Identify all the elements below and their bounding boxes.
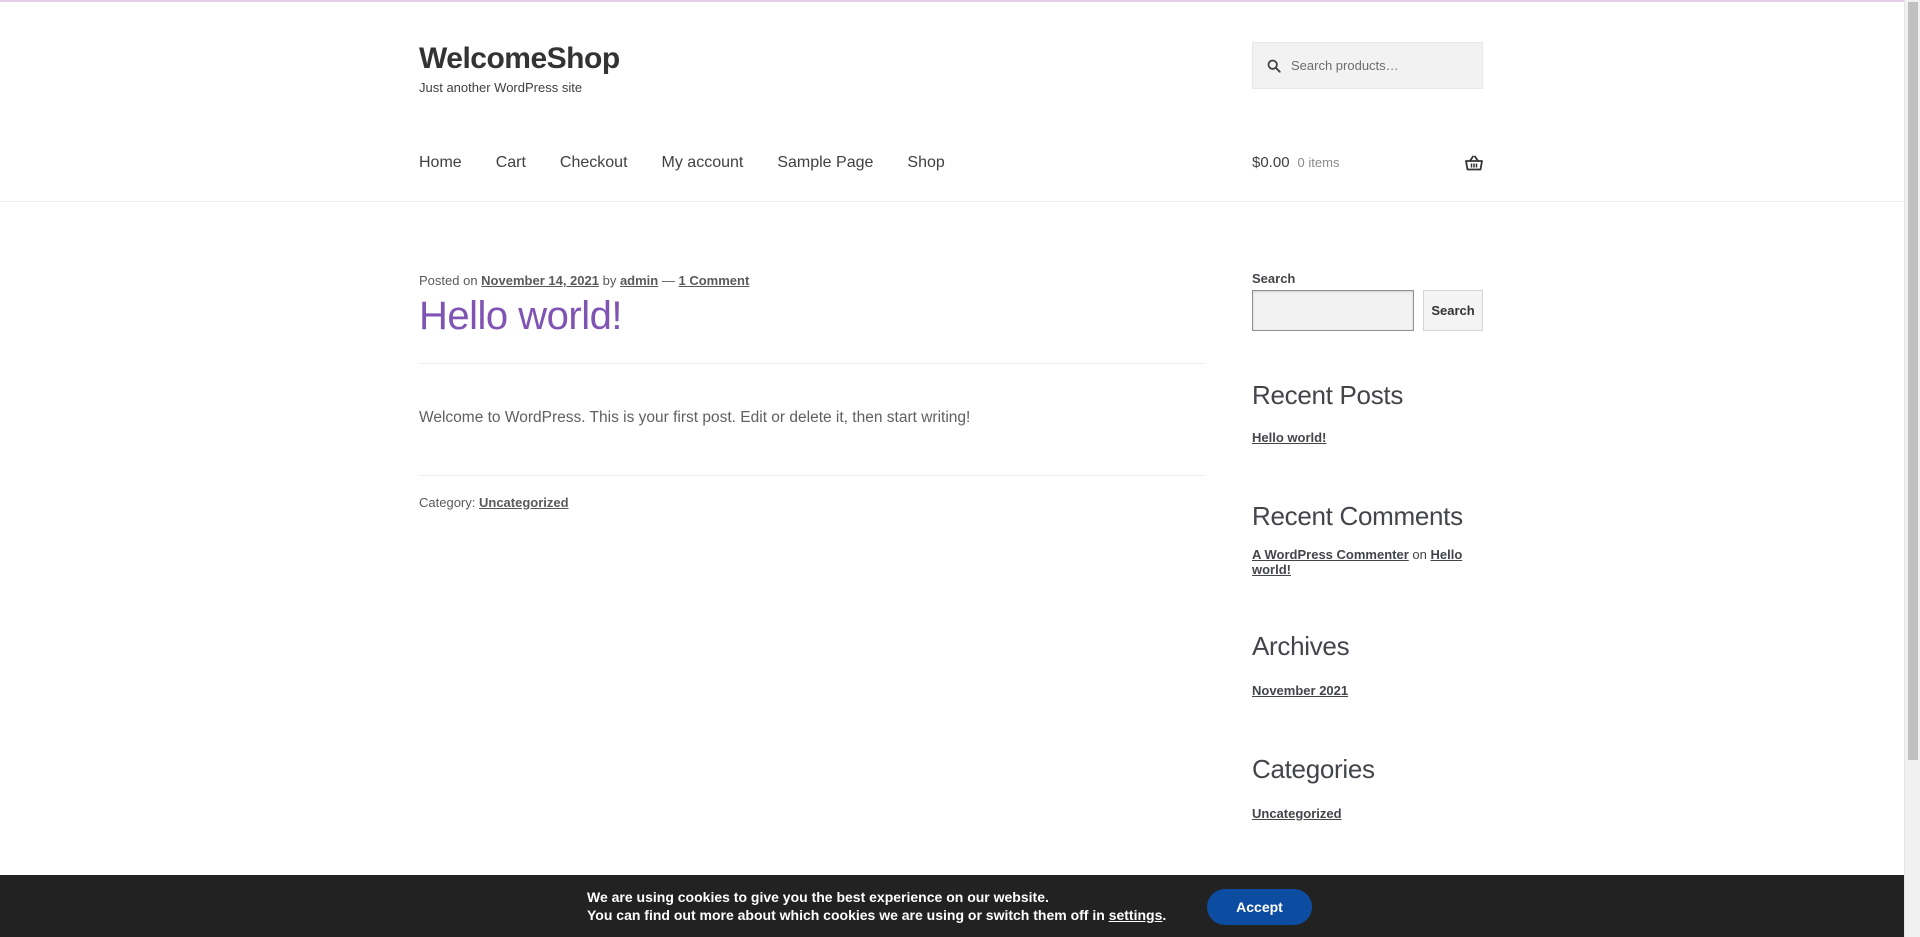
post-divider-bottom	[419, 475, 1205, 476]
post-meta-prefix: Posted on	[419, 273, 478, 288]
category-link[interactable]: Uncategorized	[1252, 806, 1342, 821]
categories-heading: Categories	[1252, 754, 1375, 784]
nav-item-checkout[interactable]: Checkout	[560, 154, 628, 172]
cookie-banner: We are using cookies to give you the bes…	[0, 875, 1904, 937]
nav-item-home[interactable]: Home	[419, 154, 462, 172]
header-cart[interactable]: $0.00 0 items	[1252, 154, 1483, 171]
site-title[interactable]: WelcomeShop	[419, 42, 620, 76]
site-branding: WelcomeShop Just another WordPress site	[419, 42, 620, 95]
cookie-message-line2: You can find out more about which cookie…	[587, 906, 1166, 924]
post-meta-by: by	[602, 273, 617, 288]
archives-heading: Archives	[1252, 631, 1350, 661]
categories-list: Uncategorized	[1252, 805, 1483, 823]
sidebar-search-button[interactable]: Search	[1423, 290, 1483, 331]
cookie-accept-button[interactable]: Accept	[1207, 889, 1312, 925]
post-comments-link[interactable]: 1 Comment	[679, 273, 750, 288]
comment-author-link[interactable]: A WordPress Commenter	[1252, 547, 1409, 562]
page-scrollbar[interactable]	[1904, 0, 1920, 937]
sidebar-search-input[interactable]	[1252, 290, 1414, 331]
product-search	[1252, 42, 1483, 89]
recent-posts-heading: Recent Posts	[1252, 380, 1404, 410]
scrollbar-thumb[interactable]	[1908, 2, 1918, 760]
cookie-message-line1: We are using cookies to give you the bes…	[587, 889, 1049, 905]
nav-item-my-account[interactable]: My account	[662, 154, 744, 172]
cookie-message-line2-text: You can find out more about which cookie…	[587, 907, 1105, 923]
sidebar-search: Search	[1252, 290, 1483, 331]
cart-amount: $0.00	[1252, 154, 1290, 171]
cookie-message: We are using cookies to give you the bes…	[587, 888, 1166, 924]
cookie-settings-link[interactable]: settings	[1109, 907, 1163, 923]
post-content: Welcome to WordPress. This is your first…	[419, 409, 971, 426]
sidebar-search-label: Search	[1252, 271, 1296, 286]
nav-item-shop[interactable]: Shop	[907, 154, 944, 172]
post-category: Category: Uncategorized	[419, 495, 1205, 510]
post-divider-top	[419, 363, 1205, 364]
site-header: WelcomeShop Just another WordPress site …	[0, 0, 1904, 202]
site-tagline: Just another WordPress site	[419, 80, 583, 95]
recent-comments-heading: Recent Comments	[1252, 501, 1463, 531]
recent-comment-item: A WordPress Commenter on Hello world!	[1252, 547, 1483, 577]
archives-list: November 2021	[1252, 682, 1483, 700]
nav-item-cart[interactable]: Cart	[496, 154, 526, 172]
post-date-link[interactable]: November 14, 2021	[481, 273, 599, 288]
product-search-input[interactable]	[1291, 58, 1471, 73]
post-article: Posted on November 14, 2021 by admin — 1…	[419, 273, 1205, 510]
basket-icon	[1465, 155, 1483, 170]
archive-link[interactable]: November 2021	[1252, 683, 1348, 698]
post-title: Hello world!	[419, 294, 622, 338]
nav-item-sample-page[interactable]: Sample Page	[777, 154, 873, 172]
post-author-link[interactable]: admin	[620, 273, 658, 288]
post-meta: Posted on November 14, 2021 by admin — 1…	[419, 273, 1205, 288]
sidebar: Search Search Recent Posts Hello world! …	[1252, 271, 1483, 823]
search-icon	[1267, 59, 1281, 73]
recent-posts-list: Hello world!	[1252, 429, 1483, 447]
post-meta-dash: —	[661, 273, 675, 288]
post-category-label: Category:	[419, 495, 476, 510]
post-category-link[interactable]: Uncategorized	[479, 495, 569, 510]
recent-post-link[interactable]: Hello world!	[1252, 430, 1326, 445]
cookie-message-period: .	[1162, 907, 1167, 923]
primary-navigation: Home Cart Checkout My account Sample Pag…	[419, 154, 979, 172]
comment-on-text: on	[1412, 547, 1427, 562]
cart-count: 0 items	[1297, 155, 1340, 170]
